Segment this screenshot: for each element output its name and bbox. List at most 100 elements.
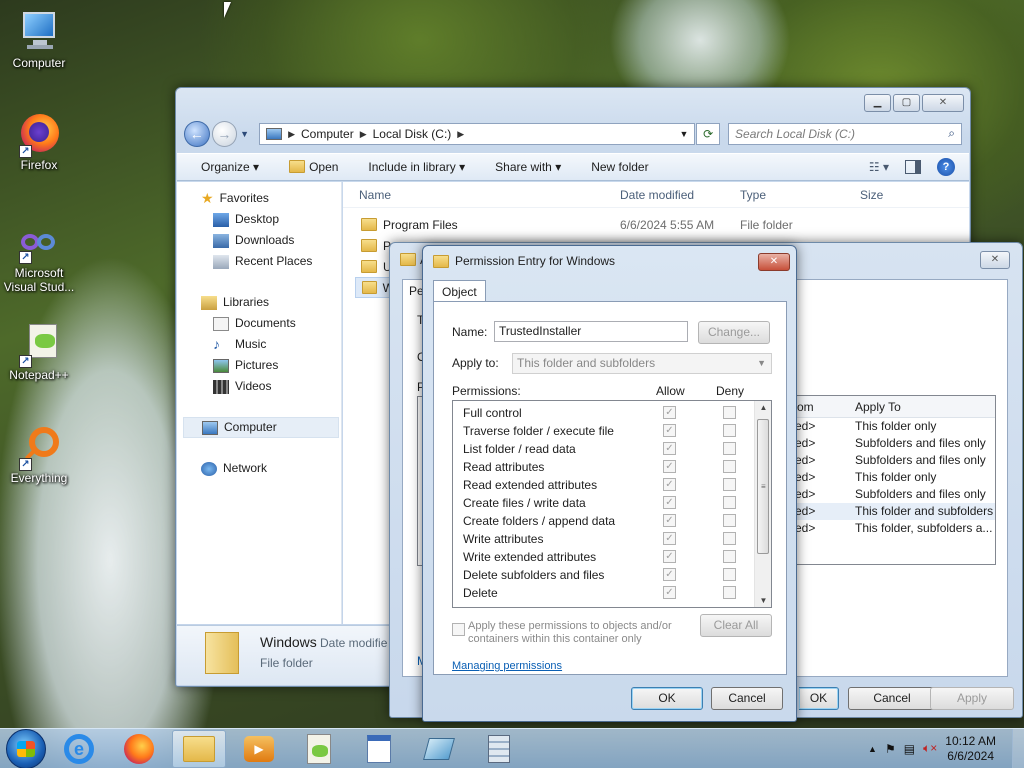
taskbar-snipping[interactable] bbox=[412, 730, 466, 768]
cancel-button[interactable]: Cancel bbox=[711, 687, 783, 710]
search-input[interactable]: Search Local Disk (C:) ⌕ bbox=[728, 123, 963, 145]
nav-music[interactable]: ♪ Music bbox=[177, 334, 341, 355]
taskbar-ie[interactable]: e bbox=[52, 730, 106, 768]
nav-computer[interactable]: Computer bbox=[183, 417, 339, 438]
deny-checkbox[interactable] bbox=[723, 568, 736, 581]
help-icon[interactable]: ? bbox=[937, 158, 955, 176]
start-button[interactable] bbox=[6, 728, 46, 768]
deny-checkbox[interactable] bbox=[723, 532, 736, 545]
taskbar-explorer[interactable] bbox=[172, 729, 226, 768]
new-folder-button[interactable]: New folder bbox=[591, 160, 648, 174]
nav-network[interactable]: Network bbox=[177, 458, 341, 479]
column-date-modified[interactable]: Date modified bbox=[620, 188, 694, 202]
recent-pages-dropdown[interactable]: ▼ bbox=[240, 129, 249, 139]
table-row[interactable]: ed> Subfolders and files only bbox=[795, 486, 995, 503]
table-row[interactable]: ed> This folder only bbox=[795, 469, 995, 486]
clock[interactable]: 10:12 AM 6/6/2024 bbox=[945, 734, 996, 764]
deny-checkbox[interactable] bbox=[723, 550, 736, 563]
desktop-icon-notepadpp[interactable]: ↗ Notepad++ bbox=[1, 322, 77, 382]
table-row[interactable]: ed> Subfolders and files only bbox=[795, 452, 995, 469]
taskbar-calculator[interactable] bbox=[472, 730, 526, 768]
refresh-button[interactable]: ⟳ bbox=[696, 123, 721, 145]
address-bar[interactable]: ▶ Computer ▶ Local Disk (C:) ▶ ▼ bbox=[259, 123, 696, 145]
deny-checkbox[interactable] bbox=[723, 478, 736, 491]
scrollbar[interactable]: ▲ ≡ ▼ bbox=[754, 401, 771, 607]
permission-entry-dialog[interactable]: Permission Entry for Windows ✕ Object Na… bbox=[422, 245, 797, 722]
allow-checkbox[interactable]: ✓ bbox=[663, 568, 676, 581]
breadcrumb-local-disk[interactable]: Local Disk (C:) bbox=[373, 127, 452, 141]
back-button[interactable]: ← bbox=[184, 121, 210, 147]
open-button[interactable]: Open bbox=[289, 160, 338, 174]
table-row[interactable]: ed> Subfolders and files only bbox=[795, 435, 995, 452]
table-row[interactable]: ed> This folder, subfolders a... bbox=[795, 520, 995, 537]
scrollbar-thumb[interactable]: ≡ bbox=[757, 419, 769, 554]
desktop-icon-firefox[interactable]: ↗ Firefox bbox=[1, 112, 77, 172]
taskbar-media-player[interactable]: ▶ bbox=[232, 730, 286, 768]
allow-checkbox[interactable]: ✓ bbox=[663, 478, 676, 491]
change-view-icon[interactable]: ☷ ▾ bbox=[869, 160, 889, 174]
tab-object[interactable]: Object bbox=[433, 280, 486, 302]
allow-checkbox[interactable]: ✓ bbox=[663, 550, 676, 563]
allow-checkbox[interactable]: ✓ bbox=[663, 424, 676, 437]
action-center-flag-icon[interactable]: ⚑ bbox=[885, 742, 896, 756]
nav-favorites[interactable]: ★ Favorites bbox=[177, 188, 341, 209]
show-hidden-icons[interactable]: ▲ bbox=[868, 744, 877, 754]
forward-button[interactable]: → bbox=[211, 121, 238, 147]
scroll-up-icon[interactable]: ▲ bbox=[755, 403, 771, 412]
allow-checkbox[interactable]: ✓ bbox=[663, 514, 676, 527]
column-size[interactable]: Size bbox=[860, 188, 883, 202]
taskbar-firefox[interactable] bbox=[112, 730, 166, 768]
ok-button[interactable]: OK bbox=[631, 687, 703, 710]
table-row[interactable]: ed> This folder and subfolders bbox=[795, 503, 995, 520]
close-button[interactable]: ✕ bbox=[922, 94, 964, 112]
table-row[interactable]: ed> This folder only bbox=[795, 418, 995, 435]
allow-checkbox[interactable]: ✓ bbox=[663, 460, 676, 473]
close-button[interactable]: ✕ bbox=[758, 253, 790, 271]
deny-checkbox[interactable] bbox=[723, 442, 736, 455]
clear-all-button[interactable]: Clear All bbox=[700, 614, 772, 637]
desktop-icon-everything[interactable]: ↗ Everything bbox=[1, 425, 77, 485]
organize-button[interactable]: Organize ▾ bbox=[201, 160, 259, 174]
allow-checkbox[interactable]: ✓ bbox=[663, 532, 676, 545]
deny-checkbox[interactable] bbox=[723, 424, 736, 437]
close-button[interactable]: ✕ bbox=[980, 251, 1010, 269]
nav-desktop[interactable]: Desktop bbox=[177, 209, 341, 230]
nav-videos[interactable]: Videos bbox=[177, 376, 341, 397]
scroll-down-icon[interactable]: ▼ bbox=[755, 596, 771, 605]
ok-button[interactable]: OK bbox=[799, 687, 839, 710]
table-row[interactable]: Program Files 6/6/2024 5:55 AM File fold… bbox=[343, 214, 969, 235]
nav-pictures[interactable]: Pictures bbox=[177, 355, 341, 376]
name-field[interactable]: TrustedInstaller bbox=[494, 321, 688, 342]
column-name[interactable]: Name bbox=[359, 188, 391, 202]
taskbar-notepadpp[interactable] bbox=[292, 730, 346, 768]
maximize-button[interactable]: ▢ bbox=[893, 94, 920, 112]
deny-checkbox[interactable] bbox=[723, 406, 736, 419]
nav-documents[interactable]: Documents bbox=[177, 313, 341, 334]
minimize-button[interactable]: ▁ bbox=[864, 94, 891, 112]
deny-checkbox[interactable] bbox=[723, 586, 736, 599]
deny-checkbox[interactable] bbox=[723, 460, 736, 473]
include-in-library-button[interactable]: Include in library ▾ bbox=[368, 160, 465, 174]
nav-downloads[interactable]: Downloads bbox=[177, 230, 341, 251]
deny-checkbox[interactable] bbox=[723, 496, 736, 509]
allow-checkbox[interactable]: ✓ bbox=[663, 442, 676, 455]
managing-permissions-link[interactable]: Managing permissions bbox=[452, 660, 562, 672]
volume-muted-icon[interactable]: 🔈︎× bbox=[923, 741, 937, 756]
allow-checkbox[interactable]: ✓ bbox=[663, 406, 676, 419]
taskbar-wordpad[interactable] bbox=[352, 730, 406, 768]
cancel-button[interactable]: Cancel bbox=[848, 687, 936, 710]
address-dropdown[interactable]: ▼ bbox=[679, 129, 688, 139]
deny-checkbox[interactable] bbox=[723, 514, 736, 527]
nav-recent-places[interactable]: Recent Places bbox=[177, 251, 341, 272]
column-type[interactable]: Type bbox=[740, 188, 766, 202]
apply-to-select[interactable]: This folder and subfolders ▼ bbox=[512, 353, 772, 374]
apply-button[interactable]: Apply bbox=[930, 687, 1014, 710]
desktop-icon-computer[interactable]: Computer bbox=[1, 10, 77, 70]
allow-checkbox[interactable]: ✓ bbox=[663, 586, 676, 599]
network-tray-icon[interactable]: ▤ bbox=[904, 742, 915, 756]
share-with-button[interactable]: Share with ▾ bbox=[495, 160, 561, 174]
desktop-icon-visual-studio[interactable]: ↗ Microsoft Visual Stud... bbox=[1, 228, 77, 294]
show-desktop-button[interactable] bbox=[1012, 728, 1024, 768]
breadcrumb-computer[interactable]: Computer bbox=[301, 127, 354, 141]
preview-pane-icon[interactable] bbox=[905, 160, 921, 174]
